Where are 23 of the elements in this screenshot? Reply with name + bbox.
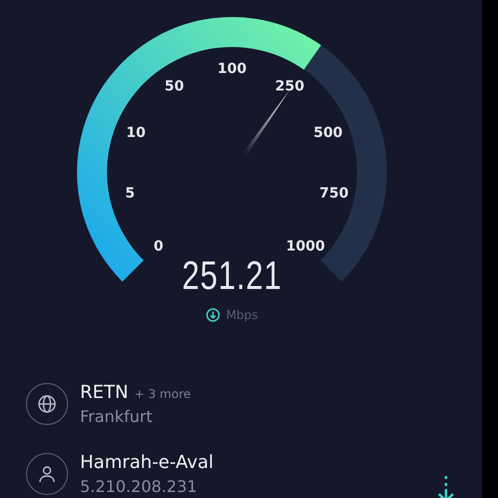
download-arrow-icon — [436, 474, 456, 498]
ip-address: 5.210.208.231 — [80, 477, 198, 496]
more-servers-link[interactable]: + 3 more — [134, 387, 191, 401]
gauge-tick-label: 250 — [275, 78, 304, 95]
gauge-tick-label: 50 — [164, 78, 184, 95]
gauge-tick-label: 1000 — [286, 238, 326, 255]
download-icon — [206, 308, 220, 322]
gauge-tick-label: 500 — [313, 125, 343, 142]
speed-unit: Mbps — [226, 308, 258, 322]
gauge-tick-label: 5 — [125, 185, 135, 202]
speed-value: 251.21 — [180, 253, 284, 300]
gauge-tick-label: 750 — [319, 185, 349, 202]
server-name: RETN — [80, 382, 128, 403]
globe-icon — [37, 394, 57, 414]
gauge-needle — [242, 90, 290, 156]
server-location: Frankfurt — [80, 407, 154, 426]
gauge-tick-label: 10 — [126, 125, 146, 142]
gauge-tick-label: 0 — [154, 238, 164, 255]
server-button[interactable] — [26, 383, 68, 425]
provider-name: Hamrah-e-Aval — [80, 452, 214, 473]
provider-button[interactable] — [26, 453, 68, 495]
person-icon — [37, 464, 57, 484]
gauge-tick-label: 100 — [217, 61, 247, 77]
